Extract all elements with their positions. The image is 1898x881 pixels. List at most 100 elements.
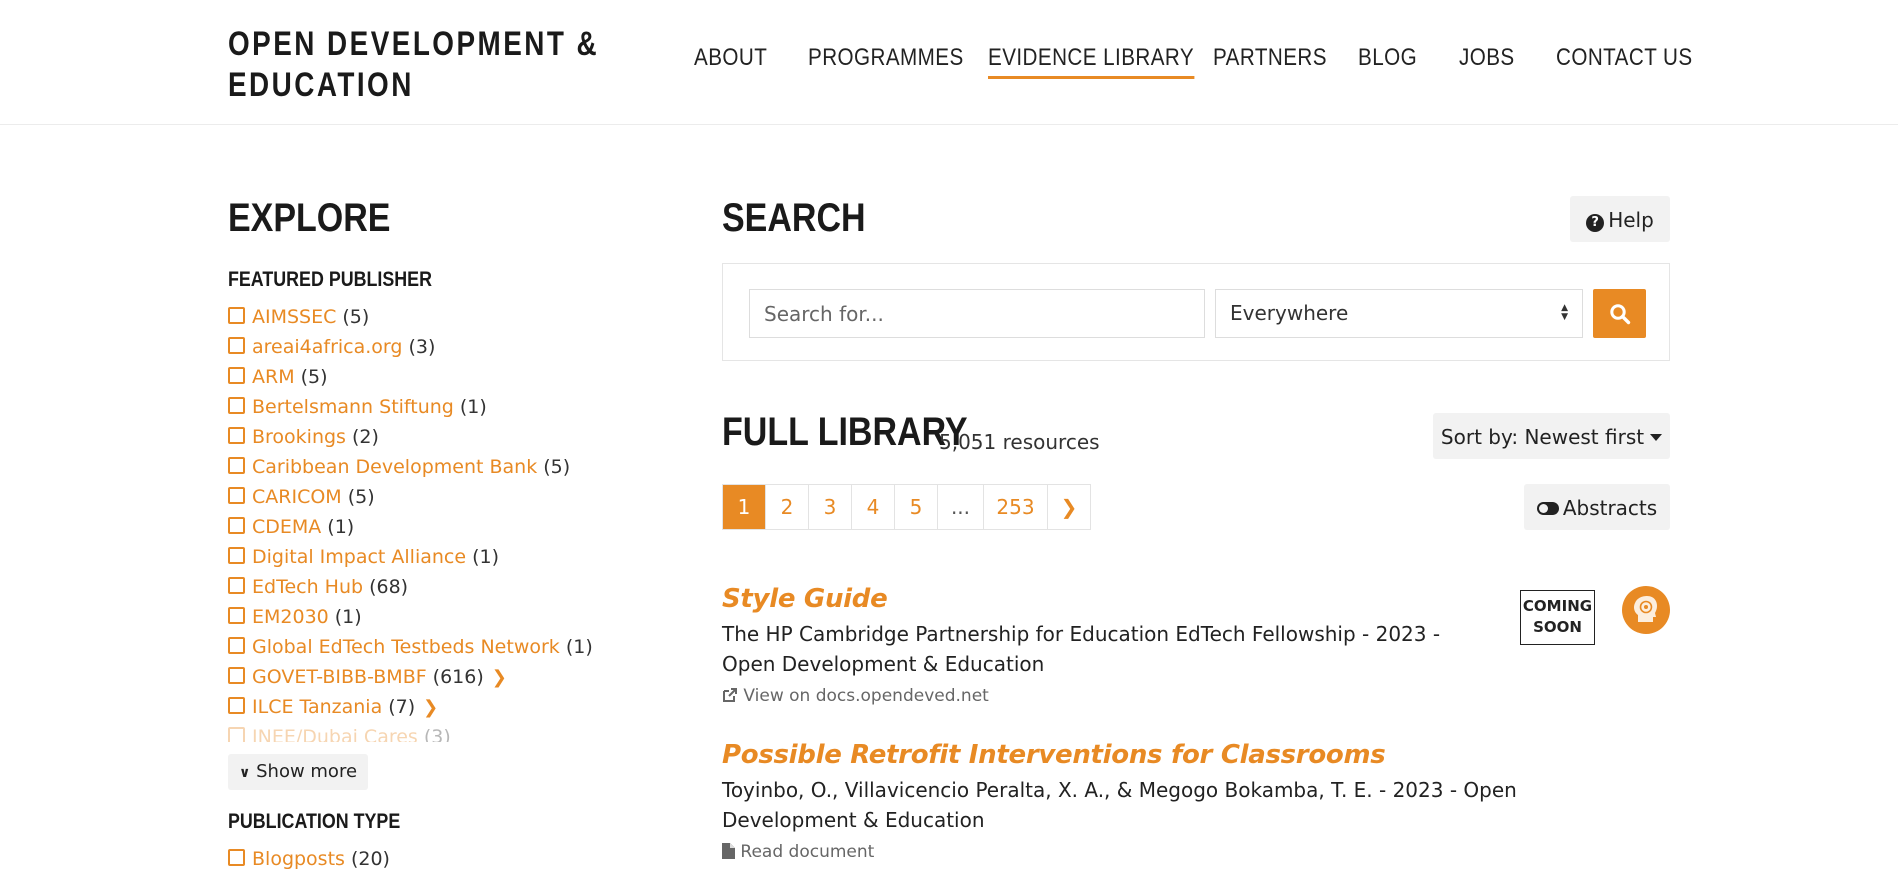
search-panel: Everywhere ▲▼ [722, 263, 1670, 361]
facet-label[interactable]: Digital Impact Alliance [252, 546, 466, 568]
facet-label[interactable]: ARM [252, 366, 295, 388]
publisher-facet-item[interactable]: Brookings (2) [228, 422, 668, 452]
result-link-label: Read document [740, 842, 875, 862]
abstracts-toggle[interactable]: Abstracts [1524, 484, 1670, 530]
search-scope-select[interactable]: Everywhere ▲ ▼ [1215, 289, 1583, 338]
toggle-icon [1536, 502, 1559, 515]
checkbox-icon[interactable] [228, 849, 245, 866]
nav-about[interactable]: ABOUT [694, 44, 767, 72]
nav-evidence-library[interactable]: EVIDENCE LIBRARY [988, 44, 1195, 79]
checkbox-icon[interactable] [228, 337, 245, 354]
abstracts-label: Abstracts [1562, 496, 1658, 520]
facet-label[interactable]: AIMSSEC [252, 306, 336, 328]
facet-label[interactable]: EdTech Hub [252, 576, 363, 598]
chevron-right-icon[interactable]: ❯ [423, 697, 438, 718]
result-item: Possible Retrofit Interventions for Clas… [722, 740, 1670, 862]
facet-label[interactable]: Bertelsmann Stiftung [252, 396, 454, 418]
checkbox-icon[interactable] [228, 427, 245, 444]
checkbox-icon[interactable] [228, 577, 245, 594]
publisher-facet-item[interactable]: Caribbean Development Bank (5) [228, 452, 668, 482]
nav-contact-us[interactable]: CONTACT US [1556, 44, 1693, 72]
checkbox-icon[interactable] [228, 667, 245, 684]
publisher-facet-item[interactable]: CARICOM (5) [228, 482, 668, 512]
facet-label[interactable]: Brookings [252, 426, 346, 448]
publisher-facet-item[interactable]: AIMSSEC (5) [228, 302, 668, 332]
nav-programmes[interactable]: PROGRAMMES [808, 44, 964, 72]
facet-count: (20) [350, 848, 390, 870]
external-link-icon [723, 688, 737, 702]
search-icon [1609, 303, 1630, 324]
checkbox-icon[interactable] [228, 487, 245, 504]
publisher-facet-item[interactable]: EM2030 (1) [228, 602, 668, 632]
checkbox-icon[interactable] [228, 397, 245, 414]
result-read-link[interactable]: Read document [722, 842, 874, 862]
facet-count: (7) [388, 696, 416, 718]
pagination: 1 2 3 4 5 ... 253 ❯ [722, 484, 1091, 530]
sort-dropdown[interactable]: Sort by: Newest first [1433, 413, 1670, 459]
facet-label[interactable]: CDEMA [252, 516, 321, 538]
search-title: SEARCH [722, 196, 866, 240]
page-link-3[interactable]: 3 [809, 485, 852, 529]
search-scope-value: Everywhere [1230, 301, 1349, 325]
publisher-facet-item[interactable]: Global EdTech Testbeds Network (1) [228, 632, 668, 662]
checkbox-icon[interactable] [228, 457, 245, 474]
show-more-button[interactable]: ∨ Show more [228, 754, 369, 790]
page-link-1[interactable]: 1 [723, 485, 766, 529]
publisher-facet-item[interactable]: EdTech Hub (68) [228, 572, 668, 602]
chevron-down-icon: ∨ [239, 765, 251, 781]
facet-label[interactable]: INEE/Dubai Cares [252, 726, 418, 742]
facet-label[interactable]: Caribbean Development Bank [252, 456, 537, 478]
publisher-facet-item[interactable]: ILCE Tanzania (7) ❯ [228, 692, 668, 722]
result-link-label: View on docs.opendeved.net [743, 686, 989, 706]
publication-type-title: PUBLICATION TYPE [228, 810, 401, 833]
facet-label[interactable]: ILCE Tanzania [252, 696, 382, 718]
help-button[interactable]: ? Help [1570, 196, 1670, 242]
search-input[interactable] [749, 289, 1205, 338]
checkbox-icon[interactable] [228, 637, 245, 654]
publisher-facet-item[interactable]: GOVET-BIBB-BMBF (616) ❯ [228, 662, 668, 692]
facet-count: (5) [300, 366, 328, 388]
result-external-link[interactable]: View on docs.opendeved.net [722, 686, 989, 706]
publisher-facet-item[interactable]: ARM (5) [228, 362, 668, 392]
publisher-facet-item[interactable]: Bertelsmann Stiftung (1) [228, 392, 668, 422]
checkbox-icon[interactable] [228, 367, 245, 384]
page-link-4[interactable]: 4 [852, 485, 895, 529]
library-title: FULL LIBRARY [722, 410, 968, 454]
page-link-2[interactable]: 2 [766, 485, 809, 529]
page-link-5[interactable]: 5 [895, 485, 938, 529]
publisher-facet-list: AIMSSEC (5) areai4africa.org (3) ARM (5) Be… [228, 302, 668, 742]
page-link-last[interactable]: 253 [984, 485, 1048, 529]
facet-label[interactable]: GOVET-BIBB-BMBF [252, 666, 427, 688]
publisher-facet-item[interactable]: Digital Impact Alliance (1) [228, 542, 668, 572]
publication-type-facet-item[interactable]: Blogposts (20) [228, 844, 390, 874]
facet-count: (3) [423, 726, 451, 742]
nav-blog[interactable]: BLOG [1358, 44, 1417, 72]
nav-partners[interactable]: PARTNERS [1213, 44, 1327, 72]
checkbox-icon[interactable] [228, 547, 245, 564]
checkbox-icon[interactable] [228, 727, 245, 742]
facet-label[interactable]: Global EdTech Testbeds Network [252, 636, 560, 658]
checkbox-icon[interactable] [228, 307, 245, 324]
page-ellipsis: ... [938, 485, 984, 529]
facet-label[interactable]: CARICOM [252, 486, 342, 508]
facet-count: (3) [408, 336, 436, 358]
search-button[interactable] [1593, 289, 1646, 338]
facet-count: (5) [342, 306, 370, 328]
publisher-facet-item[interactable]: CDEMA (1) [228, 512, 668, 542]
help-label: Help [1608, 208, 1654, 232]
checkbox-icon[interactable] [228, 517, 245, 534]
facet-label[interactable]: Blogposts [252, 848, 345, 870]
chevron-right-icon[interactable]: ❯ [492, 667, 507, 688]
facet-count: (1) [459, 396, 487, 418]
select-arrows-icon: ▲ ▼ [1561, 303, 1568, 322]
publisher-facet-item[interactable]: INEE/Dubai Cares (3) [228, 722, 668, 742]
next-page-chevron-icon[interactable]: ❯ [1048, 485, 1090, 529]
publisher-facet-item[interactable]: areai4africa.org (3) [228, 332, 668, 362]
checkbox-icon[interactable] [228, 697, 245, 714]
facet-label[interactable]: areai4africa.org [252, 336, 402, 358]
facet-label[interactable]: EM2030 [252, 606, 329, 628]
facet-count: (1) [334, 606, 362, 628]
checkbox-icon[interactable] [228, 607, 245, 624]
result-title[interactable]: Possible Retrofit Interventions for Clas… [722, 740, 1670, 770]
nav-jobs[interactable]: JOBS [1459, 44, 1515, 72]
